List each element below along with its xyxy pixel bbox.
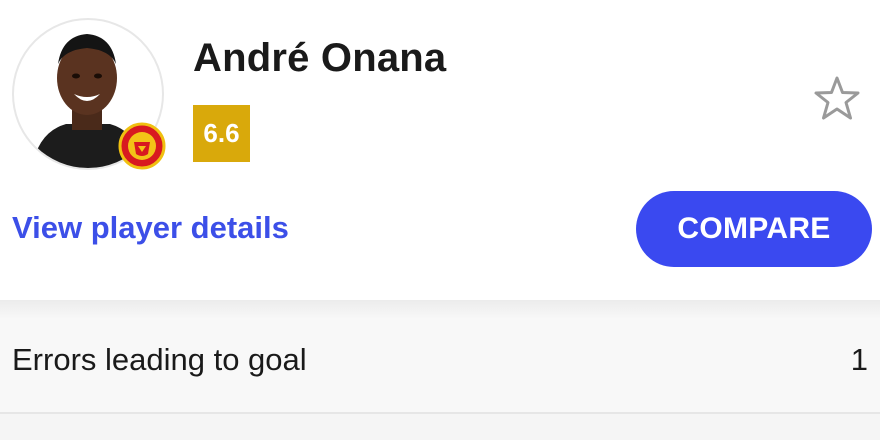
next-row-stub — [0, 414, 880, 440]
view-player-details-link[interactable]: View player details — [12, 210, 289, 246]
rating-badge: 6.6 — [193, 105, 250, 162]
section-divider — [0, 300, 880, 318]
favorite-star-icon[interactable] — [812, 74, 862, 122]
stat-row: Errors leading to goal 1 — [0, 318, 880, 414]
stat-label: Errors leading to goal — [12, 342, 307, 377]
player-header-card: André Onana 6.6 View player details COMP… — [0, 0, 880, 300]
player-name: André Onana — [193, 36, 447, 80]
compare-button[interactable]: COMPARE — [636, 191, 872, 267]
club-badge-icon — [118, 122, 166, 170]
stat-value: 1 — [850, 342, 868, 377]
